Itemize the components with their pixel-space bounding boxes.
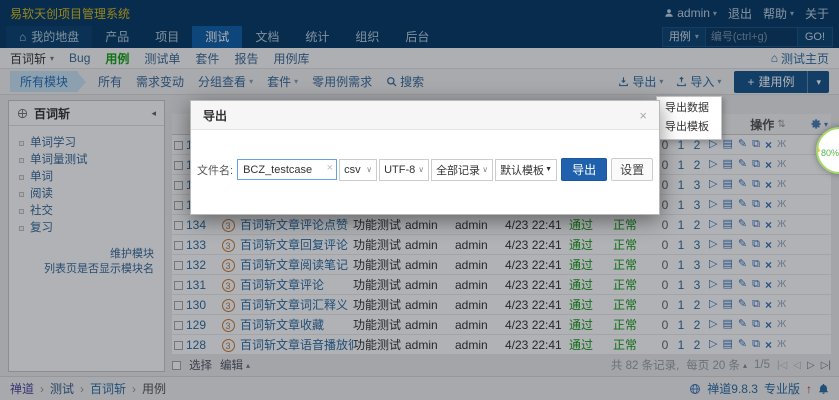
export-dialog: 导出 × 文件名: × csv ∨ UTF-8 ∨ 全部记录 ∨ 默认模板 ▼ … (190, 100, 660, 215)
clear-icon[interactable]: × (327, 163, 333, 174)
dialog-title: 导出 (203, 107, 227, 124)
menu-item[interactable]: 导出模板 (657, 118, 721, 137)
file-format-select[interactable]: csv ∨ (339, 159, 377, 181)
chevron-down-icon: ∨ (482, 165, 488, 174)
dialog-header: 导出 × (191, 101, 659, 130)
settings-button[interactable]: 设置 (611, 158, 653, 181)
close-icon[interactable]: × (639, 108, 647, 123)
export-confirm-button[interactable]: 导出 (561, 158, 607, 181)
export-dropdown-menu: 导出数据 导出模板 (656, 96, 722, 140)
record-scope-select[interactable]: 全部记录 ∨ (431, 159, 493, 181)
encoding-select[interactable]: UTF-8 ∨ (379, 159, 429, 181)
chevron-down-icon: ∨ (366, 165, 372, 174)
chevron-down-icon: ∨ (418, 165, 424, 174)
select-arrow-icon: ▼ (545, 166, 552, 173)
widget-percent: 80% (821, 148, 839, 158)
menu-item[interactable]: 导出数据 (657, 99, 721, 118)
template-select[interactable]: 默认模板 ▼ (495, 159, 557, 181)
filename-input[interactable] (237, 159, 337, 180)
export-form: 文件名: × csv ∨ UTF-8 ∨ 全部记录 ∨ 默认模板 ▼ 导出 设置 (191, 158, 659, 181)
filename-label: 文件名: (197, 162, 233, 178)
